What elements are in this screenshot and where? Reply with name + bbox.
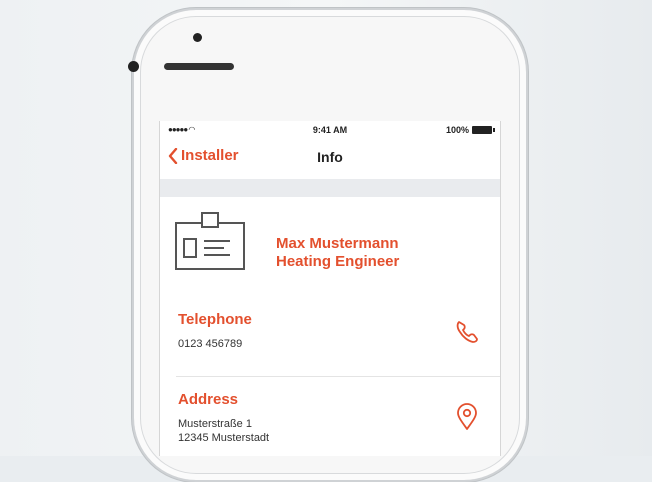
address-street: Musterstraße 1 — [178, 418, 252, 430]
page-title: Info — [317, 149, 343, 165]
status-bar: ●●●●● ◠ 9:41 AM 100% — [160, 121, 500, 139]
installer-profile: Max Mustermann Heating Engineer — [160, 197, 500, 297]
telephone-number: 0123 456789 — [178, 338, 243, 350]
telephone-title: Telephone — [178, 311, 252, 328]
id-badge-icon — [174, 211, 246, 276]
installer-role: Heating Engineer — [276, 253, 400, 270]
location-pin-icon[interactable] — [456, 403, 478, 436]
front-sensor — [193, 33, 202, 42]
phone-screen: ●●●●● ◠ 9:41 AM 100% Installer Info Max … — [159, 121, 501, 456]
battery-icon — [472, 126, 495, 134]
address-row[interactable]: Address Musterstraße 1 12345 Musterstadt — [160, 377, 500, 456]
section-separator — [160, 179, 500, 197]
phone-icon[interactable] — [454, 319, 480, 350]
battery-status: 100% — [445, 125, 495, 135]
front-camera — [128, 61, 139, 72]
address-city: 12345 Musterstadt — [178, 432, 270, 444]
battery-percent: 100% — [445, 125, 469, 135]
telephone-row[interactable]: Telephone 0123 456789 — [160, 297, 500, 377]
earpiece-speaker — [164, 63, 234, 70]
address-title: Address — [178, 391, 239, 408]
installer-name: Max Mustermann — [276, 235, 399, 252]
navigation-bar: Installer Info — [160, 139, 500, 179]
